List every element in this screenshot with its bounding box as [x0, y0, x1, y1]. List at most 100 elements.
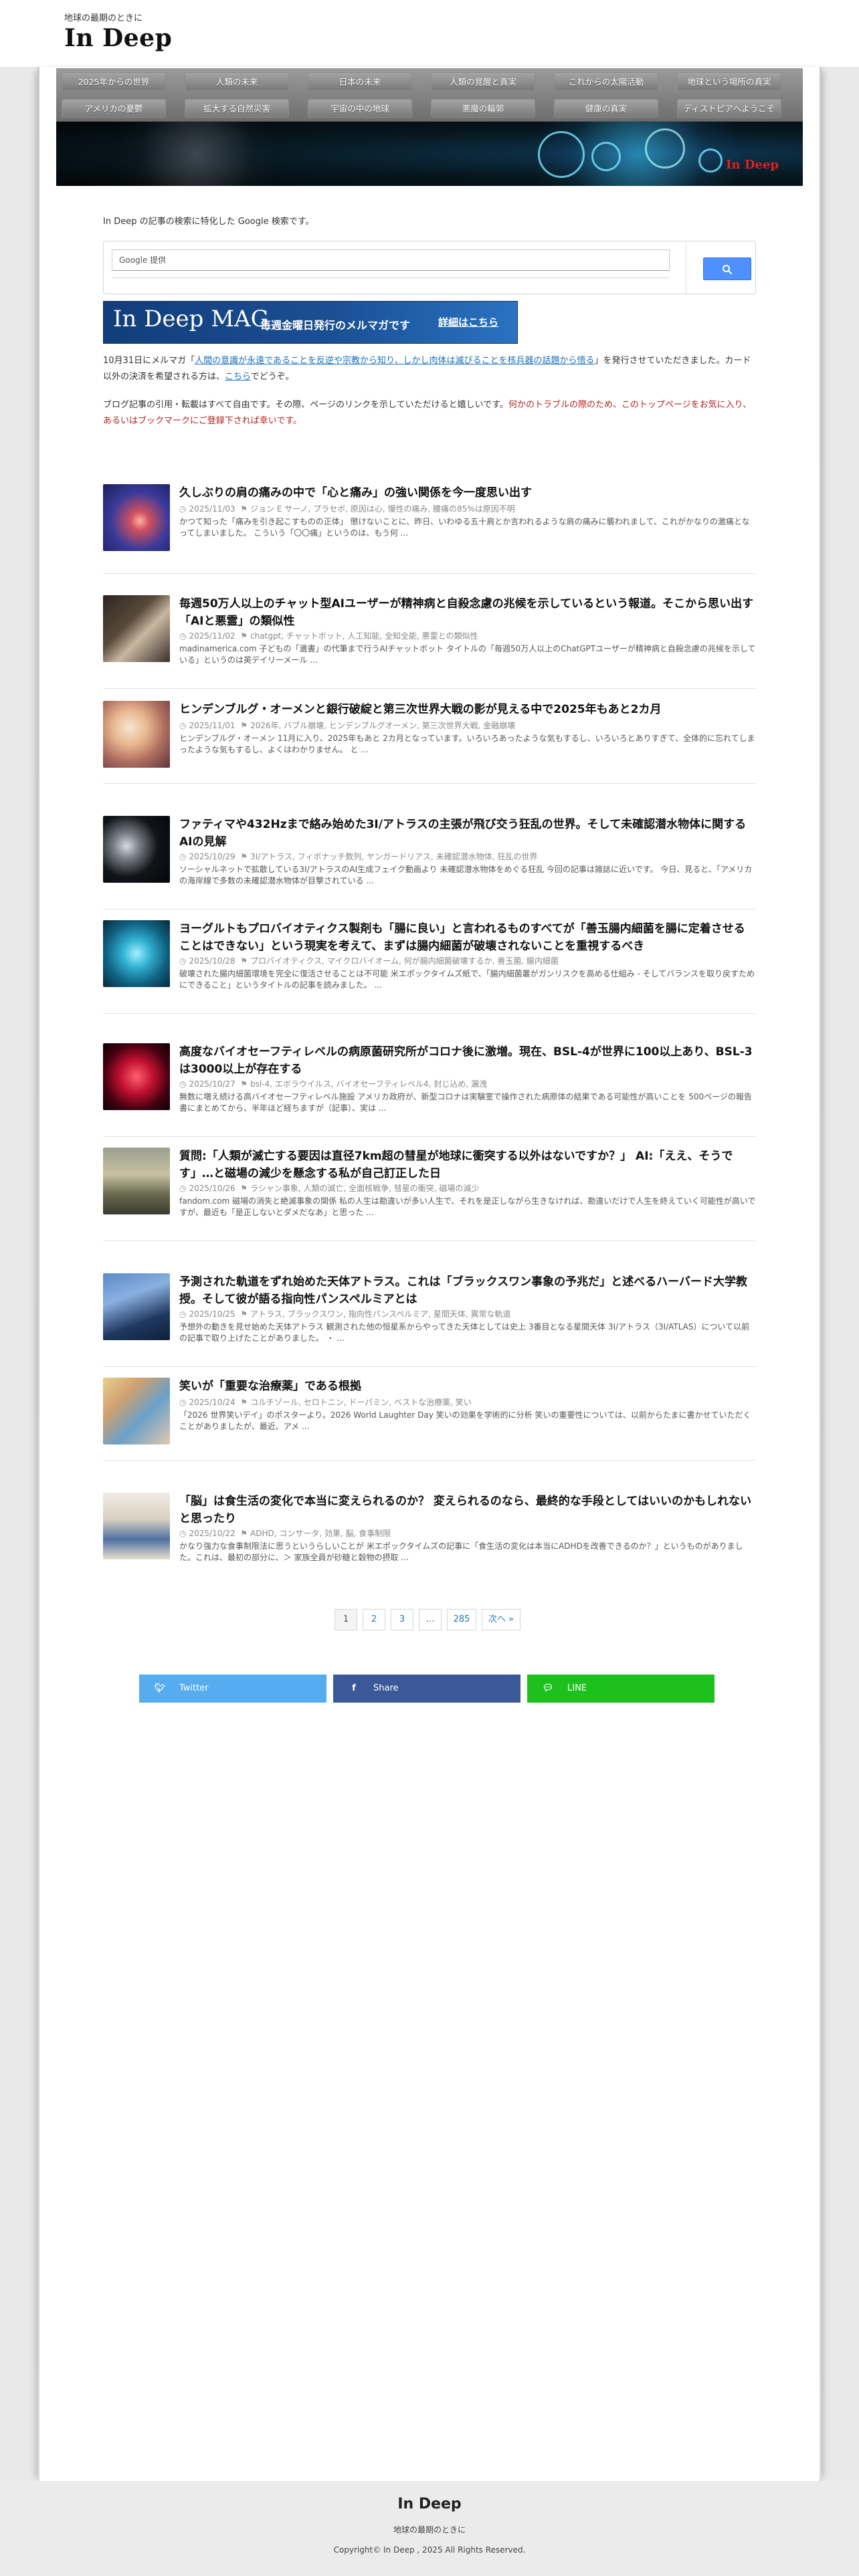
- article-tags[interactable]: chatgpt, チャットボット, 人工知能, 全知全能, 悪霊との類似性: [250, 631, 478, 641]
- search-button[interactable]: [703, 257, 751, 280]
- nav-item[interactable]: 地球という場所の真実: [677, 72, 781, 91]
- article-tags[interactable]: bsl-4, エボラウイルス, バイオセーフティレベル4, 封じ込め, 漏洩: [250, 1079, 487, 1089]
- article-item[interactable]: 質問:「人類が滅亡する要因は直径7km超の彗星が地球に衝突する以外はないですか？…: [103, 1148, 756, 1241]
- facebook-share-button[interactable]: f Share: [333, 1675, 520, 1703]
- mag-cta[interactable]: 詳細はこちら: [438, 315, 498, 329]
- twitter-share-button[interactable]: 🐦︎ Twitter: [139, 1675, 326, 1703]
- nav-item[interactable]: アメリカの憂鬱: [62, 99, 166, 118]
- article-item[interactable]: ヒンデンブルグ・オーメンと銀行破綻と第三次世界大戦の影が見える中で2025年もあ…: [103, 701, 756, 784]
- article-tags[interactable]: アトラス, ブラックスワン, 指向性パンスペルミア, 星間天体, 異常な軌道: [250, 1309, 510, 1319]
- facebook-icon: f: [352, 1683, 356, 1693]
- nav-item[interactable]: 日本の未来: [308, 72, 412, 91]
- frame-edge-left: [37, 67, 39, 2481]
- next-page-link[interactable]: 次へ »: [482, 1609, 520, 1630]
- article-item[interactable]: 予測された軌道をずれ始めた天体アトラス。これは「ブラックスワン事象の予兆だ」と述…: [103, 1273, 756, 1367]
- nav-item[interactable]: これからの太陽活動: [554, 72, 658, 91]
- nav-row-1: 2025年からの世界 人類の未来 日本の未来 人類の覚醒と真実 これからの太陽活…: [56, 68, 803, 95]
- intro-text-part: でどうぞ。: [250, 372, 294, 382]
- article-item[interactable]: 毎週50万人以上のチャット型AIユーザーが精神病と自殺念慮の兆候を示しているとい…: [103, 595, 756, 689]
- article-tags[interactable]: コルチゾール, セロトニン, ドーパミン, ベストな治療薬, 笑い: [250, 1398, 472, 1407]
- site-header: 地球の最期のときに In Deep: [0, 0, 859, 67]
- article-tags[interactable]: ラシャン事象, 人類の滅亡, 全面核戦争, 彗星の衝突, 磁場の減少: [250, 1184, 479, 1193]
- article-meta: ◷ 2025/11/03 ⚑ ジョン E サーノ, プラセボ, 原因は心, 慢性の痛…: [179, 503, 515, 514]
- nav-item[interactable]: 人類の未来: [185, 72, 289, 91]
- site-footer: In Deep 地球の最期のときに Copyright© In Deep , 2…: [0, 2481, 859, 2576]
- frame-edge-right: [820, 67, 822, 2481]
- article-title[interactable]: 「脳」は食生活の変化で本当に変えられるのか？ 変えられるのなら、最終的な手段とし…: [179, 1493, 756, 1527]
- article-title[interactable]: ファティマや432Hzまで絡み始めた3I/アトラスの主張が飛び交う狂乱の世界。そ…: [179, 816, 756, 851]
- article-title[interactable]: ヒンデンブルグ・オーメンと銀行破綻と第三次世界大戦の影が見える中で2025年もあ…: [179, 701, 756, 718]
- article-excerpt: fandom.com 磁場の消失と絶滅事象の関係 私の人生は勘違いが多い人生で、…: [179, 1196, 756, 1217]
- nav-item[interactable]: 2025年からの世界: [62, 72, 166, 91]
- page-link[interactable]: 285: [447, 1609, 476, 1630]
- article-excerpt: ソーシャルネットで拡散している3I/アトラスのAI生成フェイク動画より 未確認潜…: [179, 865, 753, 885]
- article-thumbnail[interactable]: [103, 1493, 170, 1560]
- intro-text-part: 10月31日にメルマガ「: [103, 356, 195, 366]
- article-item[interactable]: ヨーグルトもプロバイオティクス製剤も「腸に良い」と言われるものすべてが「善玉腸内…: [103, 920, 756, 1014]
- banner-swirl: [698, 148, 723, 173]
- line-share-button[interactable]: 💬︎ LINE: [527, 1675, 714, 1703]
- newsletter-link[interactable]: 人間の意識が永遠であることを反逆や宗教から知り、しかし肉体は滅びることを核兵器の…: [195, 356, 594, 366]
- article-meta: ◷ 2025/10/22 ⚑ ADHD, コンサータ, 効果, 脳, 食事制限: [179, 1527, 391, 1539]
- article-thumbnail[interactable]: [103, 1148, 170, 1214]
- tag-icon: ⚑: [240, 1398, 248, 1407]
- page-current[interactable]: 1: [335, 1609, 357, 1630]
- article-title[interactable]: ヨーグルトもプロバイオティクス製剤も「腸に良い」と言われるものすべてが「善玉腸内…: [179, 920, 756, 955]
- clock-icon: ◷: [179, 721, 187, 730]
- article-thumbnail[interactable]: [103, 1043, 170, 1110]
- article-meta: ◷ 2025/10/27 ⚑ bsl-4, エボラウイルス, バイオセーフティレベル…: [179, 1078, 487, 1089]
- article-title[interactable]: 毎週50万人以上のチャット型AIユーザーが精神病と自殺念慮の兆候を示しているとい…: [179, 595, 756, 630]
- nav-item[interactable]: 健康の真実: [554, 99, 658, 118]
- article-item[interactable]: ファティマや432Hzまで絡み始めた3I/アトラスの主張が飛び交う狂乱の世界。そ…: [103, 816, 756, 909]
- article-item[interactable]: 高度なバイオセーフティレベルの病原菌研究所がコロナ後に激増。現在、BSL-4が世…: [103, 1043, 756, 1137]
- article-meta: ◷ 2025/10/29 ⚑ 3I/アトラス, フィボナッチ数列, ヤンガードリアス…: [179, 851, 537, 862]
- banner-swirl: [645, 128, 685, 169]
- article-thumbnail[interactable]: [103, 1378, 170, 1444]
- article-thumbnail[interactable]: [103, 595, 170, 662]
- mag-banner[interactable]: In Deep MAG 毎週金曜日発行のメルマガです 詳細はこちら: [103, 301, 518, 344]
- site-logo[interactable]: In Deep: [64, 24, 172, 52]
- article-title[interactable]: 笑いが「重要な治療薬」である根拠: [179, 1378, 756, 1395]
- article-title[interactable]: 質問:「人類が滅亡する要因は直径7km超の彗星が地球に衝突する以外はないですか？…: [179, 1148, 756, 1182]
- payment-link[interactable]: こちら: [225, 372, 251, 382]
- article-title[interactable]: 久しぶりの肩の痛みの中で「心と痛み」の強い関係を今一度思い出す: [179, 484, 756, 502]
- article-thumbnail[interactable]: [103, 920, 170, 987]
- clock-icon: ◷: [179, 1309, 187, 1319]
- banner-swirl: [538, 131, 585, 178]
- twitter-icon: 🐦︎: [154, 1683, 166, 1693]
- article-thumbnail[interactable]: [103, 701, 170, 768]
- article-tags[interactable]: ADHD, コンサータ, 効果, 脳, 食事制限: [250, 1529, 391, 1538]
- article-thumbnail[interactable]: [103, 1273, 170, 1340]
- tag-icon: ⚑: [240, 956, 248, 966]
- article-tags[interactable]: 2026年, バブル崩壊, ヒンデンブルグオーメン, 第三次世界大戦, 金融崩壊: [250, 721, 515, 730]
- article-item[interactable]: 笑いが「重要な治療薬」である根拠 ◷ 2025/10/24 ⚑ コルチゾール, セロ…: [103, 1378, 756, 1461]
- article-tags[interactable]: プロバイオティクス, マイクロバイオーム, 何が腸内細菌破壊するか, 善玉菌, …: [250, 956, 559, 966]
- nav-item[interactable]: ディストピアへようこそ: [677, 99, 781, 118]
- google-search-box: Google 提供: [103, 241, 756, 295]
- article-thumbnail[interactable]: [103, 484, 170, 551]
- article-excerpt: 無数に増え続ける高バイオセーフティレベル施設 アメリカ政府が、新型コロナは実験室…: [179, 1092, 752, 1113]
- article-date: 2025/10/26: [189, 1184, 235, 1193]
- article-title[interactable]: 予測された軌道をずれ始めた天体アトラス。これは「ブラックスワン事象の予兆だ」と述…: [179, 1273, 756, 1308]
- tag-icon: ⚑: [240, 721, 248, 730]
- article-date: 2025/10/27: [189, 1079, 235, 1089]
- article-tags[interactable]: ジョン E サーノ, プラセボ, 原因は心, 慢性の痛み, 腰痛の85%は原因不…: [250, 504, 515, 514]
- article-item[interactable]: 「脳」は食生活の変化で本当に変えられるのか？ 変えられるのなら、最終的な手段とし…: [103, 1493, 756, 1586]
- nav-item[interactable]: 悪魔の輪郭: [431, 99, 535, 118]
- article-title[interactable]: 高度なバイオセーフティレベルの病原菌研究所がコロナ後に激増。現在、BSL-4が世…: [179, 1043, 756, 1078]
- article-date: 2025/10/28: [189, 956, 235, 966]
- tag-icon: ⚑: [240, 1184, 248, 1193]
- article-tags[interactable]: 3I/アトラス, フィボナッチ数列, ヤンガードリアス, 未確認潜水物体, 狂乱…: [250, 852, 537, 861]
- article-thumbnail[interactable]: [103, 816, 170, 883]
- page-link[interactable]: 3: [391, 1609, 413, 1630]
- nav-item[interactable]: 人類の覚醒と真実: [431, 72, 535, 91]
- search-input[interactable]: Google 提供: [112, 249, 670, 271]
- nav-item[interactable]: 拡大する自然災害: [185, 99, 289, 118]
- page-link[interactable]: 2: [363, 1609, 385, 1630]
- intro-paragraph: 10月31日にメルマガ「人間の意識が永遠であることを反逆や宗教から知り、しかし肉…: [103, 353, 756, 385]
- tag-icon: ⚑: [240, 631, 248, 641]
- article-item[interactable]: 久しぶりの肩の痛みの中で「心と痛み」の強い関係を今一度思い出す ◷ 2025/11…: [103, 484, 756, 574]
- footer-title[interactable]: In Deep: [0, 2496, 859, 2512]
- main-content: In Deep の記事の検索に特化した Google 検索です。 Google …: [103, 214, 756, 1703]
- nav-item[interactable]: 宇宙の中の地球: [308, 99, 412, 118]
